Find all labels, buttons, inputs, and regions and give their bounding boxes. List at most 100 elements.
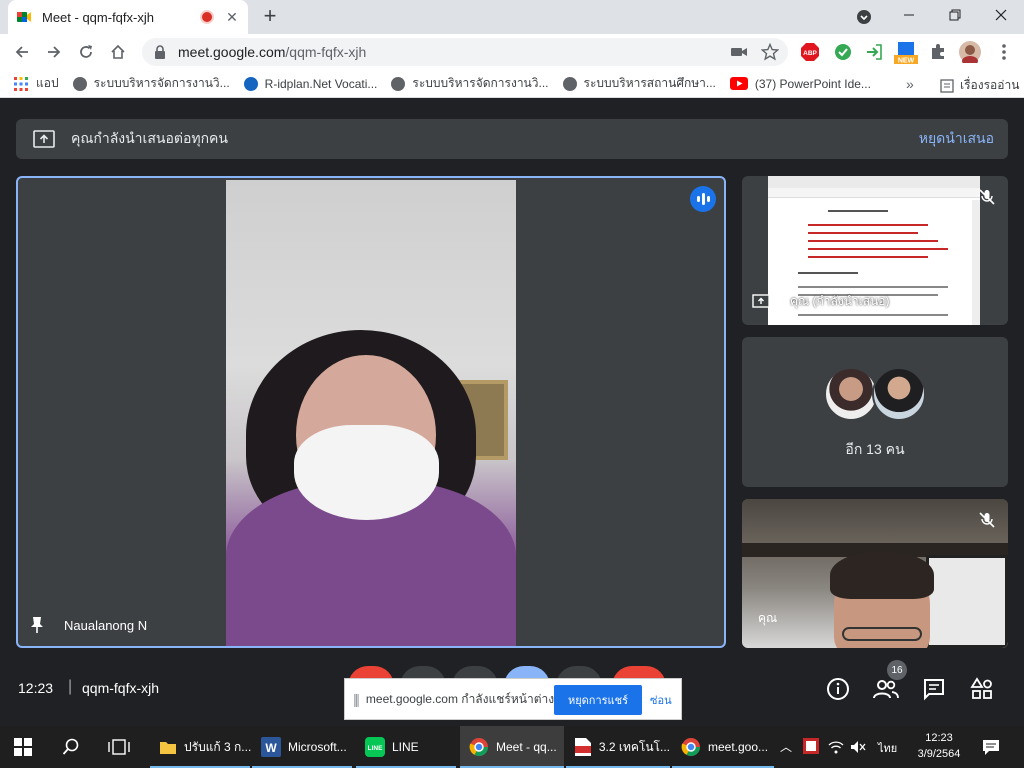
task-view-icon[interactable]	[108, 738, 130, 756]
presenter-tile-name: คุณ (กำลังนำเสนอ)	[790, 294, 890, 308]
profile-avatar[interactable]	[959, 41, 981, 63]
browser-tab-strip: Meet - qqm-fqfx-xjh ✕ +	[0, 0, 1024, 34]
meeting-info-separator: |	[68, 678, 73, 695]
close-tab-icon[interactable]: ✕	[224, 9, 240, 26]
forward-button[interactable]	[42, 40, 66, 64]
bookmark-item[interactable]: ระบบบริหารจัดการงานวิ...	[72, 74, 230, 93]
camera-in-use-icon[interactable]	[729, 42, 749, 62]
self-tile-name: คุณ	[758, 611, 778, 625]
recording-indicator-icon	[200, 10, 214, 24]
meet-app: คุณกำลังนำเสนอต่อทุกคน หยุดนำเสนอ Nauala…	[0, 102, 1024, 726]
extensions-puzzle-icon[interactable]	[928, 42, 948, 62]
meeting-code: qqm-fqfx-xjh	[82, 680, 160, 696]
address-bar[interactable]: meet.google.com/qqm-fqfx-xjh	[142, 38, 788, 66]
svg-text:LINE: LINE	[368, 745, 383, 752]
minimize-window-button[interactable]	[886, 0, 932, 30]
close-window-button[interactable]	[978, 0, 1024, 30]
input-language[interactable]: ไทย	[878, 739, 897, 757]
home-button[interactable]	[106, 40, 130, 64]
share-notification-text: meet.google.com กำลังแชร์หน้าต่าง	[365, 691, 555, 706]
tray-overflow-chevron-icon[interactable]: ︿	[780, 738, 792, 755]
reload-button[interactable]	[74, 40, 98, 64]
taskbar-app-line[interactable]: LINE LINE	[356, 726, 456, 768]
url-host: meet.google.com	[178, 44, 286, 60]
login-extension-icon[interactable]	[864, 42, 884, 62]
meeting-details-info-icon[interactable]	[825, 676, 851, 702]
stop-sharing-button[interactable]: หยุดการแชร์	[554, 685, 642, 715]
globe-icon	[562, 76, 577, 91]
taskbar-app-label: Microsoft...	[288, 740, 347, 754]
windows-start-icon[interactable]	[14, 738, 32, 756]
restore-window-button[interactable]	[932, 0, 978, 30]
tray-app-icon[interactable]	[803, 738, 819, 754]
reading-list-icon	[940, 78, 954, 93]
url-path: /qqm-fqfx-xjh	[285, 44, 367, 60]
system-clock[interactable]: 12:23 3/9/2564	[904, 730, 974, 762]
bookmark-label: R-idplan.Net Vocati...	[264, 76, 378, 91]
self-video-glasses	[842, 627, 922, 641]
pin-icon[interactable]	[28, 616, 46, 634]
lock-icon[interactable]	[154, 45, 166, 59]
bookmark-label: ระบบบริหารจัดการงานวิ...	[412, 76, 549, 90]
taskbar-app-chrome-meet[interactable]: Meet - qq...	[460, 726, 564, 768]
new-extension-icon[interactable]: NEW	[894, 42, 918, 66]
activities-icon[interactable]	[969, 676, 995, 702]
new-tab-button[interactable]: +	[258, 5, 282, 29]
clock-date: 3/9/2564	[917, 748, 961, 760]
screen-share-notification: ||| meet.google.com กำลังแชร์หน้าต่าง หย…	[344, 678, 682, 720]
speaker-face-mask	[294, 425, 439, 520]
chrome-icon	[680, 736, 702, 758]
notifications-icon[interactable]	[982, 738, 1000, 756]
bookmark-label: ระบบบริหารสถานศึกษา...	[583, 76, 716, 90]
main-speaker-label: Naualanong N	[28, 616, 147, 634]
chat-icon[interactable]	[921, 676, 947, 702]
svg-text:W: W	[265, 741, 277, 755]
windows-taskbar: ปรับแก้ 3 ก... W Microsoft... LINE LINE …	[0, 726, 1024, 768]
people-icon[interactable]	[873, 676, 899, 702]
stop-presenting-button[interactable]: หยุดนำเสนอ	[919, 128, 994, 150]
drag-handle-icon[interactable]: |||	[353, 691, 360, 707]
other-participants-tile[interactable]: อีก 13 คน	[742, 337, 1008, 487]
clock-time: 12:23	[925, 732, 953, 744]
back-button[interactable]	[10, 40, 34, 64]
taskbar-app-word[interactable]: W Microsoft...	[252, 726, 352, 768]
bookmark-item[interactable]: ระบบบริหารสถานศึกษา...	[562, 74, 716, 93]
line-icon: LINE	[364, 736, 386, 758]
bookmark-item[interactable]: ระบบบริหารจัดการงานวิ...	[391, 74, 549, 93]
taskbar-app-explorer[interactable]: ปรับแก้ 3 ก...	[150, 726, 252, 768]
taskbar-app-pdf[interactable]: 3.2 เทคโนโ...	[566, 726, 670, 768]
taskbar-app-label: meet.goo...	[708, 740, 769, 754]
site-logo-icon	[243, 76, 258, 91]
bookmark-star-icon[interactable]	[760, 42, 780, 62]
grammar-extension-icon[interactable]	[833, 42, 853, 62]
word-icon: W	[260, 736, 282, 758]
taskbar-app-chrome-meet-2[interactable]: meet.goo...	[672, 726, 774, 768]
bookmarks-overflow-icon[interactable]: »	[906, 76, 914, 92]
presenting-text: คุณกำลังนำเสนอต่อทุกคน	[71, 130, 228, 146]
taskbar-app-label: 3.2 เทคโนโ...	[598, 739, 670, 754]
presentation-preview-tile[interactable]: คุณ (กำลังนำเสนอ)	[742, 176, 1008, 325]
taskbar-app-label: Meet - qq...	[496, 740, 557, 754]
google-meet-favicon-icon	[16, 9, 32, 25]
self-video-hair	[830, 551, 934, 599]
apps-grid-icon	[14, 76, 28, 91]
browser-tab-meet[interactable]: Meet - qqm-fqfx-xjh ✕	[8, 0, 248, 34]
hide-notification-button[interactable]: ซ่อน	[650, 691, 672, 709]
folder-icon	[158, 736, 178, 758]
bookmark-apps[interactable]: แอป	[14, 74, 59, 93]
self-view-tile[interactable]: คุณ	[742, 499, 1008, 648]
bookmark-item[interactable]: (37) PowerPoint Ide...	[729, 77, 871, 91]
main-speaker-tile[interactable]: Naualanong N	[16, 176, 726, 648]
presenting-banner: คุณกำลังนำเสนอต่อทุกคน หยุดนำเสนอ	[16, 119, 1008, 159]
chrome-menu-icon[interactable]	[994, 42, 1014, 62]
wifi-icon[interactable]	[828, 740, 844, 754]
taskbar-app-label: ปรับแก้ 3 ก...	[184, 739, 252, 754]
reading-list-button[interactable]: เรื่องรออ่าน	[940, 76, 1019, 95]
adblock-extension-icon[interactable]: ABP	[800, 42, 820, 62]
youtube-icon	[729, 77, 748, 90]
taskbar-app-label: LINE	[392, 740, 419, 754]
tab-search-icon[interactable]	[855, 8, 873, 26]
bookmark-item[interactable]: R-idplan.Net Vocati...	[243, 76, 378, 91]
volume-muted-icon[interactable]	[850, 739, 866, 755]
search-icon[interactable]	[62, 738, 80, 756]
